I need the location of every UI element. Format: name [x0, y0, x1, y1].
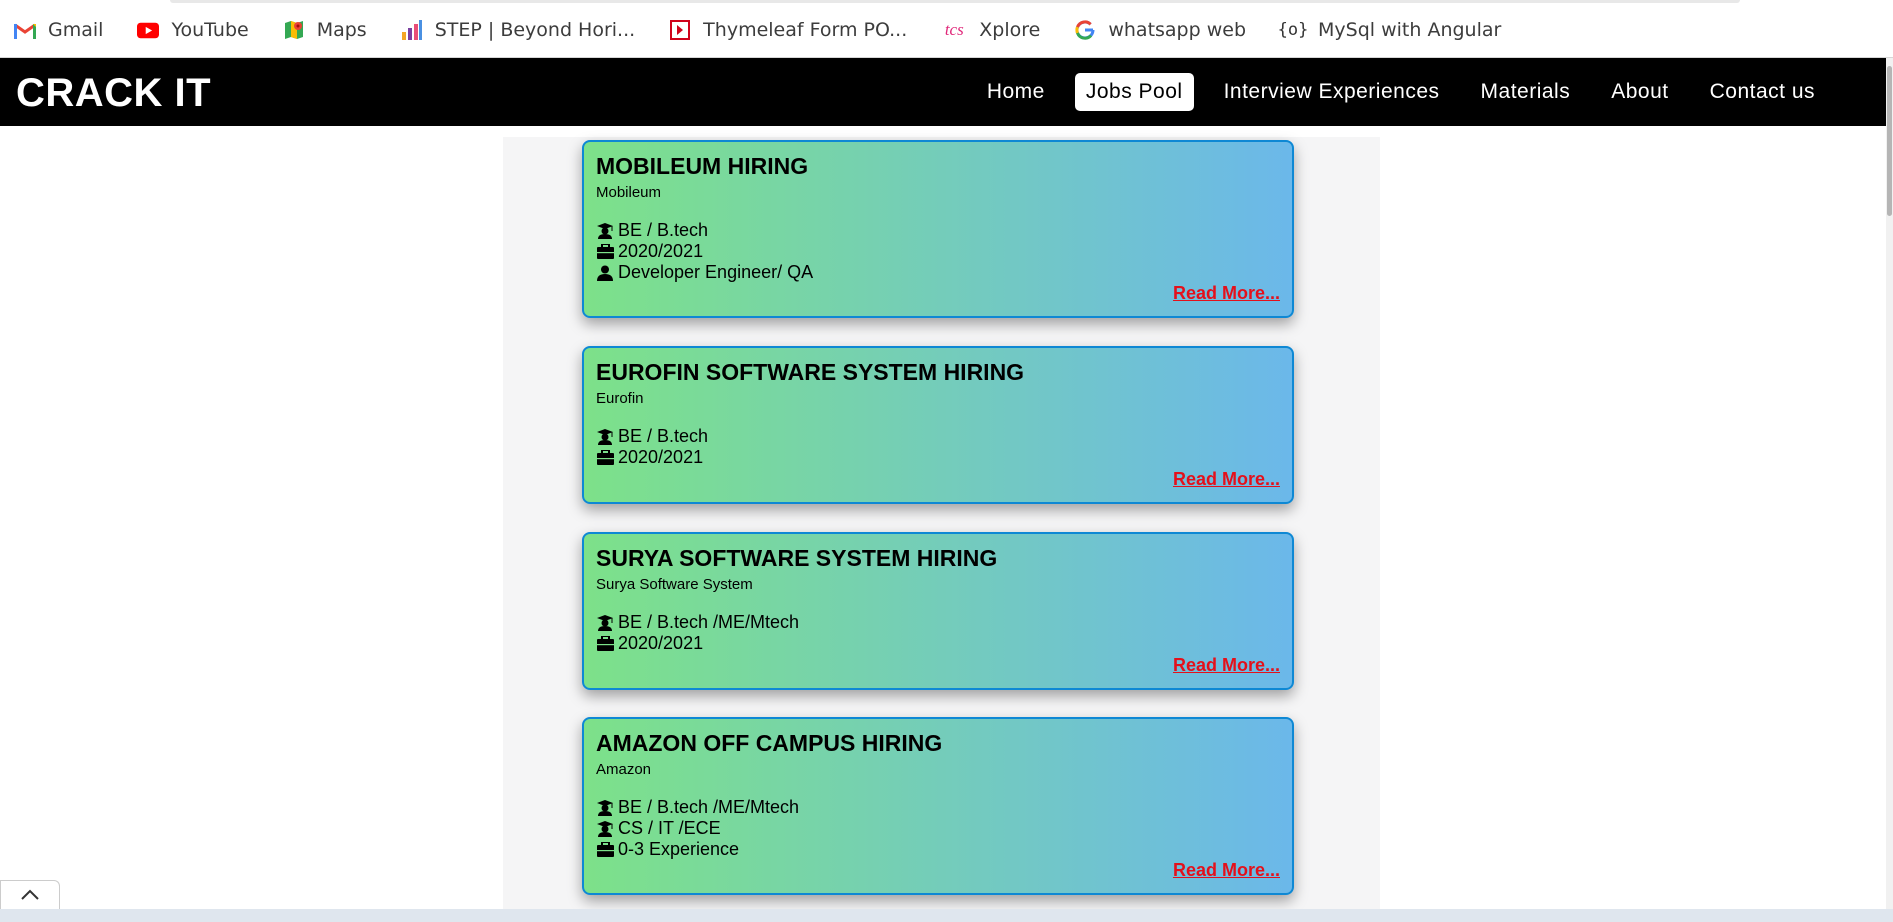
job-company: Surya Software System	[596, 576, 753, 593]
bookmark-gmail[interactable]: Gmail	[0, 12, 117, 48]
read-more-link[interactable]: Read More...	[1173, 283, 1280, 304]
job-detail: 2020/2021	[596, 633, 1280, 654]
job-details: BE / B.tech /ME/Mtech 2020/2021	[596, 612, 1280, 654]
bookmark-label: Xplore	[979, 19, 1041, 41]
job-detail-text: BE / B.tech /ME/Mtech	[618, 797, 800, 817]
maps-icon	[283, 19, 305, 41]
code-icon: {o}	[1277, 20, 1309, 40]
job-detail-text: BE / B.tech	[618, 426, 709, 446]
briefcase-icon	[596, 841, 614, 859]
graduate-icon	[596, 428, 614, 446]
bookmark-label: Gmail	[48, 19, 104, 41]
step-icon	[401, 19, 423, 41]
bookmarks-bar: Gmail YouTube Maps STEP | Beyond Hori...…	[0, 3, 1893, 58]
job-detail-text: 2020/2021	[618, 633, 704, 653]
bookmark-step[interactable]: STEP | Beyond Hori...	[387, 12, 649, 48]
job-detail: 2020/2021	[596, 241, 1280, 262]
read-more-link[interactable]: Read More...	[1173, 469, 1280, 490]
job-details: BE / B.tech 2020/2021	[596, 426, 1280, 468]
tcs-icon: tcs	[944, 20, 964, 39]
job-card: EUROFIN SOFTWARE SYSTEM HIRING Eurofin B…	[582, 346, 1294, 504]
graduate-icon	[596, 222, 614, 240]
job-detail-text: BE / B.tech /ME/Mtech	[618, 612, 800, 632]
job-card: SURYA SOFTWARE SYSTEM HIRING Surya Softw…	[582, 532, 1294, 690]
bookmark-xplore[interactable]: tcs Xplore	[927, 12, 1054, 48]
job-title: SURYA SOFTWARE SYSTEM HIRING	[596, 545, 998, 571]
bookmark-label: STEP | Beyond Hori...	[434, 19, 636, 41]
bookmark-label: YouTube	[171, 19, 249, 41]
navbar: CRACK IT Home Jobs Pool Interview Experi…	[0, 58, 1886, 126]
read-more-link[interactable]: Read More...	[1173, 860, 1280, 881]
bookmark-label: whatsapp web	[1108, 19, 1247, 41]
job-detail-text: 2020/2021	[618, 241, 704, 261]
nav-home[interactable]: Home	[976, 73, 1056, 111]
nav-jobs-pool[interactable]: Jobs Pool	[1074, 73, 1194, 111]
nav-contact-us[interactable]: Contact us	[1699, 73, 1826, 111]
job-detail-text: Developer Engineer/ QA	[618, 262, 814, 282]
scrollbar-thumb[interactable]	[1887, 66, 1892, 216]
job-detail: BE / B.tech /ME/Mtech	[596, 797, 1280, 818]
taskbar-strip	[0, 909, 1893, 922]
gmail-icon	[14, 19, 36, 41]
job-detail: 0-3 Experience	[596, 839, 1280, 860]
scroll-top-button[interactable]	[0, 880, 60, 911]
briefcase-icon	[596, 635, 614, 653]
job-detail: BE / B.tech /ME/Mtech	[596, 612, 1280, 633]
chevron-up-icon	[21, 887, 39, 905]
brand-logo[interactable]: CRACK IT	[16, 71, 211, 116]
job-detail-text: BE / B.tech	[618, 220, 709, 240]
job-company: Eurofin	[596, 390, 644, 407]
job-detail: CS / IT /ECE	[596, 818, 1280, 839]
bookmark-maps[interactable]: Maps	[269, 12, 381, 48]
briefcase-icon	[596, 449, 614, 467]
graduate-icon	[596, 799, 614, 817]
read-more-link[interactable]: Read More...	[1173, 655, 1280, 676]
bookmark-mysql-angular[interactable]: {o} MySql with Angular	[1266, 12, 1515, 48]
job-card: AMAZON OFF CAMPUS HIRING Amazon BE / B.t…	[582, 717, 1294, 895]
bookmark-whatsapp-web[interactable]: whatsapp web	[1060, 12, 1260, 48]
job-company: Mobileum	[596, 184, 662, 201]
bookmark-label: Thymeleaf Form PO...	[703, 19, 908, 41]
job-title: EUROFIN SOFTWARE SYSTEM HIRING	[596, 359, 1025, 385]
job-details: BE / B.tech 2020/2021 Developer Engineer…	[596, 220, 1280, 283]
job-detail: Developer Engineer/ QA	[596, 262, 1280, 283]
google-icon	[1074, 19, 1096, 41]
graduate-icon	[596, 614, 614, 632]
nav-interview-experiences[interactable]: Interview Experiences	[1213, 73, 1451, 111]
thymeleaf-icon	[669, 19, 691, 41]
job-detail: BE / B.tech	[596, 426, 1280, 447]
job-title: AMAZON OFF CAMPUS HIRING	[596, 730, 943, 756]
job-detail-text: CS / IT /ECE	[618, 818, 721, 838]
job-card: MOBILEUM HIRING Mobileum BE / B.tech 202…	[582, 140, 1294, 318]
job-detail-text: 0-3 Experience	[618, 839, 740, 859]
bookmark-label: MySql with Angular	[1318, 19, 1502, 41]
job-detail-text: 2020/2021	[618, 447, 704, 467]
bookmark-thymeleaf[interactable]: Thymeleaf Form PO...	[655, 12, 921, 48]
bookmark-label: Maps	[316, 19, 367, 41]
nav-about[interactable]: About	[1600, 73, 1679, 111]
job-detail: 2020/2021	[596, 447, 1280, 468]
job-detail: BE / B.tech	[596, 220, 1280, 241]
user-icon	[596, 264, 614, 282]
job-company: Amazon	[596, 761, 652, 778]
nav-materials[interactable]: Materials	[1470, 73, 1582, 111]
bookmark-youtube[interactable]: YouTube	[123, 12, 262, 48]
graduate-icon	[596, 820, 614, 838]
briefcase-icon	[596, 243, 614, 261]
job-title: MOBILEUM HIRING	[596, 153, 809, 179]
nav-links: Home Jobs Pool Interview Experiences Mat…	[957, 73, 1826, 111]
youtube-icon	[137, 19, 160, 41]
job-details: BE / B.tech /ME/Mtech CS / IT /ECE 0-3 E…	[596, 797, 1280, 860]
